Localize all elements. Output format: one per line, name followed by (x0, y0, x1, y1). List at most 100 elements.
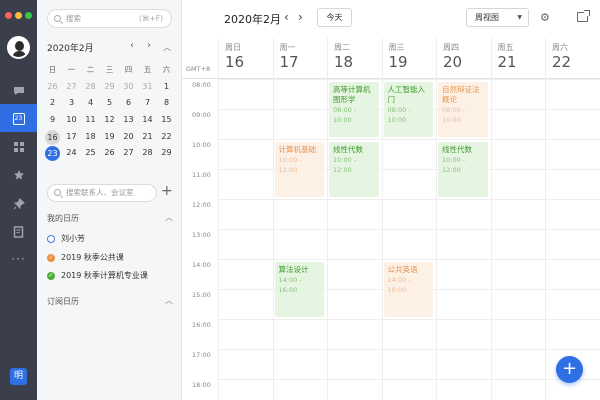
gear-icon[interactable]: ⚙ (540, 11, 550, 24)
prev-week-icon[interactable]: ‹ (284, 10, 289, 24)
mini-day[interactable]: 30 (119, 79, 138, 96)
subscribed-collapse-icon[interactable]: ︿ (165, 295, 173, 306)
calendar-item[interactable]: ✓ 2019 秋季公共课 (47, 252, 124, 263)
share-icon[interactable] (577, 10, 590, 22)
event-block[interactable]: 线性代数 10:00 - 12:00 (329, 142, 379, 197)
event-block[interactable]: 线性代数 10:00 - 12:00 (438, 142, 488, 197)
mini-day[interactable]: 10 (62, 112, 81, 129)
calendar-checkbox[interactable] (47, 234, 55, 243)
mini-day[interactable]: 26 (100, 145, 119, 162)
mini-day[interactable]: 28 (138, 145, 157, 162)
search-input[interactable]: 搜索 (⌘+F) (47, 9, 172, 28)
mini-day[interactable]: 2 (43, 95, 62, 112)
day-column-header[interactable]: 周四 20 (436, 38, 490, 78)
mini-day[interactable]: 18 (81, 129, 100, 146)
close-window-button[interactable] (5, 12, 12, 19)
time-grid[interactable]: 08:00 09:00 10:00 11:00 12:00 13:00 14:00 15:00… (182, 78, 600, 400)
calendar-icon[interactable]: 23 (8, 108, 29, 129)
mini-day[interactable]: 3 (62, 95, 81, 112)
mini-day[interactable]: 27 (62, 79, 81, 96)
profile-badge[interactable]: 明 (10, 368, 27, 385)
more-icon[interactable]: ··· (8, 248, 29, 269)
day-column-header[interactable]: 周一 17 (272, 38, 327, 78)
event-block[interactable]: 人工智能入门 08:00 - 10:00 (383, 82, 433, 137)
contact-search-input[interactable]: 搜索联系人、会议室 (47, 184, 157, 202)
pin-icon[interactable] (8, 193, 29, 214)
event-title: 线性代数 (442, 145, 472, 154)
event-block[interactable]: 高等计算机图形学 08:00 - 10:00 (329, 82, 379, 137)
mini-day[interactable]: 12 (100, 112, 119, 129)
mini-day[interactable]: 29 (100, 79, 119, 96)
mini-day[interactable]: 4 (81, 95, 100, 112)
event-block[interactable]: 自然辩证法概论 08:00 - 10:00 (438, 82, 488, 137)
event-time: 08:00 - 10:00 (333, 106, 357, 124)
zoom-window-button[interactable] (25, 12, 32, 19)
chat-icon[interactable] (8, 80, 29, 101)
mini-day[interactable]: 22 (157, 129, 176, 146)
event-block[interactable]: 公共英语 14:00 - 16:00 (383, 262, 433, 317)
today-button[interactable]: 今天 (317, 8, 352, 27)
mini-day[interactable]: 5 (100, 95, 119, 112)
mini-day[interactable]: 23 (43, 145, 62, 162)
approval-icon[interactable] (8, 221, 29, 242)
mini-day[interactable]: 28 (81, 79, 100, 96)
mini-prev-month-icon[interactable]: ‹ (130, 40, 134, 51)
star-icon[interactable] (8, 164, 29, 185)
mini-day-label: 27 (66, 81, 77, 91)
day-divider (545, 79, 546, 400)
avatar[interactable] (7, 36, 30, 59)
calendar-item[interactable]: ✓ 2019 秋季计算机专业课 (47, 270, 148, 281)
mini-day[interactable]: 13 (119, 112, 138, 129)
mini-day[interactable]: 14 (138, 112, 157, 129)
calendar-item-label: 2019 秋季公共课 (61, 253, 124, 262)
view-select[interactable]: 周视图 ▼ (466, 8, 529, 27)
mini-day[interactable]: 7 (138, 95, 157, 112)
mini-day-label: 6 (125, 98, 132, 108)
mini-day[interactable]: 9 (43, 112, 62, 129)
my-calendars-collapse-icon[interactable]: ︿ (165, 212, 173, 223)
hour-line (218, 379, 600, 380)
mini-day-label: 7 (144, 98, 151, 108)
mini-day[interactable]: 16 (43, 129, 62, 146)
mini-day[interactable]: 20 (119, 129, 138, 146)
mini-next-month-icon[interactable]: › (147, 40, 151, 51)
mini-day-label: 10 (66, 115, 77, 125)
minimize-window-button[interactable] (15, 12, 22, 19)
day-column-header[interactable]: 周三 19 (381, 38, 436, 78)
event-block[interactable]: 计算机基础 10:00 - 12:00 (274, 142, 324, 197)
day-divider (490, 79, 492, 400)
mini-day[interactable]: 26 (43, 79, 62, 96)
day-divider (436, 79, 437, 400)
mini-day[interactable]: 1 (157, 79, 176, 96)
mini-day[interactable]: 29 (157, 145, 176, 162)
mini-day[interactable]: 31 (138, 79, 157, 96)
mini-day-label: 5 (106, 98, 113, 108)
calendar-item[interactable]: 刘小芳 (47, 233, 85, 244)
add-calendar-button[interactable]: + (161, 183, 173, 199)
mini-day[interactable]: 8 (157, 95, 176, 112)
event-title: 高等计算机图形学 (333, 85, 371, 104)
next-week-icon[interactable]: › (298, 10, 303, 24)
hour-label: 14:00 (192, 261, 211, 269)
mini-day[interactable]: 6 (119, 95, 138, 112)
day-column-header[interactable]: 周六 22 (545, 38, 599, 78)
day-column-header[interactable]: 周日 16 (218, 38, 272, 78)
event-block[interactable]: 算法设计 14:00 - 16:00 (274, 262, 324, 317)
mini-day[interactable]: 15 (157, 112, 176, 129)
mini-day[interactable]: 21 (138, 129, 157, 146)
mini-day[interactable]: 27 (119, 145, 138, 162)
mini-day[interactable]: 19 (100, 129, 119, 146)
mini-day[interactable]: 17 (62, 129, 81, 146)
mini-collapse-icon[interactable]: ︿ (163, 42, 171, 53)
day-column-header[interactable]: 周二 18 (327, 38, 381, 78)
page-title: 2020年2月 (224, 13, 281, 26)
day-column-header[interactable]: 周五 21 (490, 38, 545, 78)
mini-day[interactable]: 11 (81, 112, 100, 129)
workplace-icon[interactable] (8, 136, 29, 157)
mini-day[interactable]: 25 (81, 145, 100, 162)
mini-day[interactable]: 24 (62, 145, 81, 162)
add-event-button[interactable]: + (556, 356, 583, 383)
calendar-checkbox[interactable]: ✓ (47, 271, 55, 280)
mini-day-label: 18 (85, 131, 96, 141)
calendar-checkbox[interactable]: ✓ (47, 253, 55, 262)
